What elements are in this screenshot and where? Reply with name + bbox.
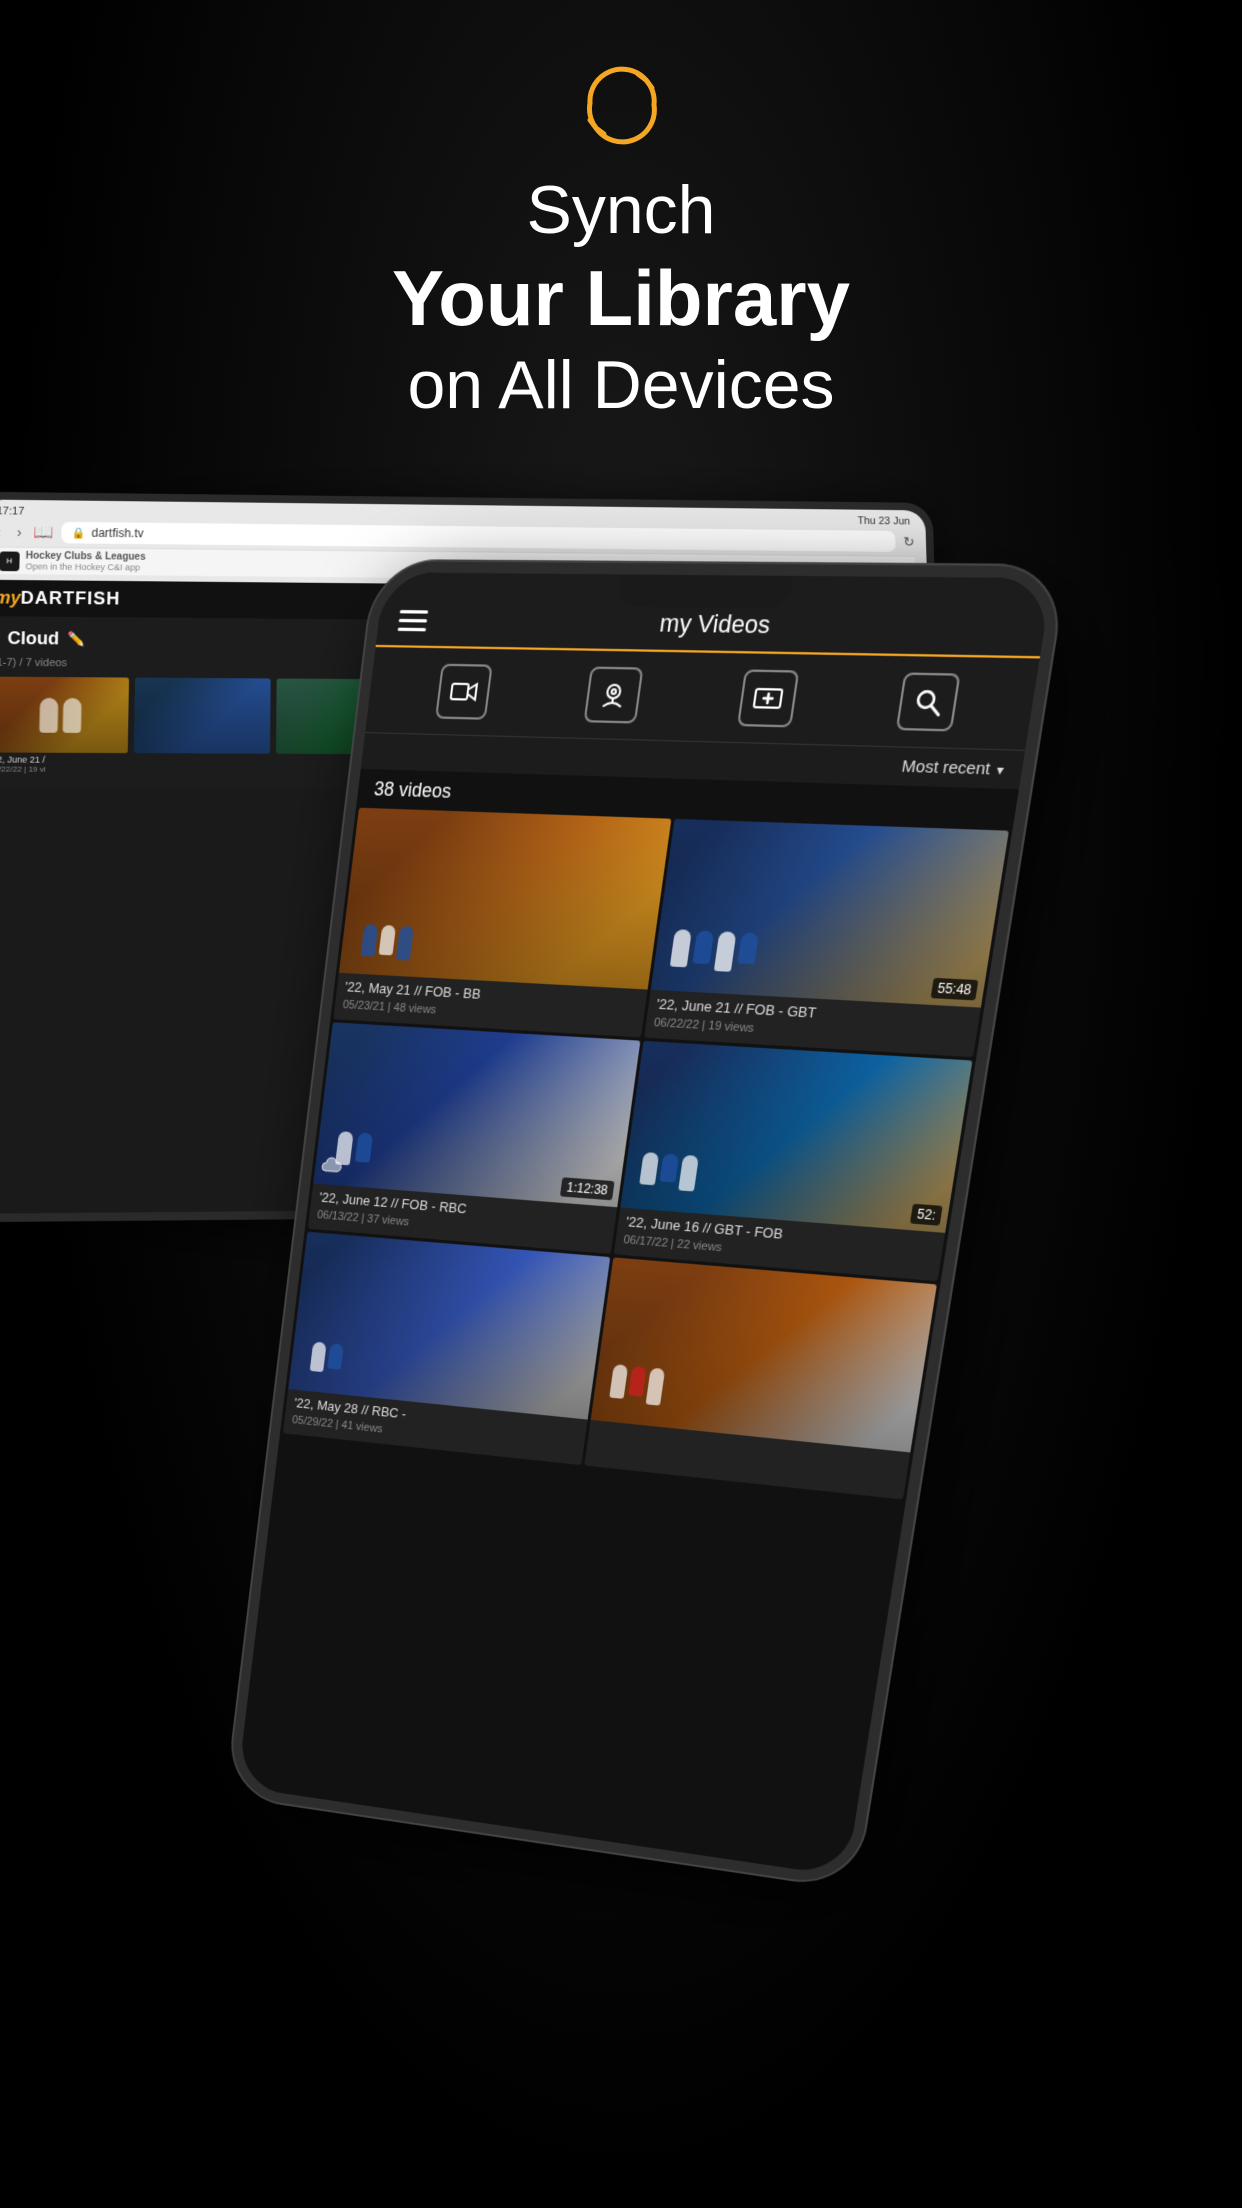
video-camera-icon xyxy=(447,676,479,707)
list-item[interactable] xyxy=(584,1257,937,1499)
tablet-logo: myDARTFISH xyxy=(0,588,121,610)
phone-video-grid: '22, May 21 // FOB - BB 05/23/21 | 48 vi… xyxy=(280,804,1013,1502)
tablet-app-sub: Open in the Hockey C&I app xyxy=(25,561,145,572)
table-row: '22, June 21 / 06/22/22 | 19 vi xyxy=(0,677,129,776)
list-item[interactable]: 55:48 '22, June 21 // FOB - GBT 06/22/22… xyxy=(644,819,1009,1057)
webcam-icon xyxy=(596,679,630,711)
headline-line2: Your Library xyxy=(392,252,850,346)
duration-badge-2: 55:48 xyxy=(931,978,979,1001)
search-icon xyxy=(909,685,945,718)
tablet-time: 17:17 xyxy=(0,506,24,518)
add-video-button[interactable] xyxy=(736,669,798,727)
phone-notch xyxy=(617,574,793,608)
video-thumbnail-4: 52: xyxy=(620,1041,973,1233)
hero-section: Synch Your Library on All Devices xyxy=(0,60,1242,427)
video-thumbnail-3: 1:12:38 xyxy=(313,1022,640,1207)
list-item[interactable]: 1:12:38 '22, June 12 // xyxy=(308,1022,640,1253)
sort-label: Most recent xyxy=(901,757,992,779)
tablet-app-icon: H xyxy=(0,551,20,571)
tablet-date: Thu 23 Jun xyxy=(857,515,910,527)
duration-badge-4: 52: xyxy=(910,1204,942,1226)
tablet-cloud-title: Cloud xyxy=(7,628,59,649)
tablet-video-title-1: '22, June 21 / xyxy=(0,755,128,766)
logo-my: my xyxy=(0,588,21,608)
headline: Synch Your Library on All Devices xyxy=(392,170,850,427)
search-button[interactable] xyxy=(895,672,960,731)
video-thumbnail-1 xyxy=(339,808,671,990)
list-item[interactable]: 52: '22, June 16 // GBT - FOB 06/17/22 |… xyxy=(613,1041,972,1281)
video-thumbnail-6 xyxy=(590,1257,937,1452)
tablet-video-meta-1: 06/22/22 | 19 vi xyxy=(0,765,127,775)
tablet-video-thumb-1[interactable] xyxy=(0,677,129,753)
headline-line1: Synch xyxy=(392,170,850,252)
list-item[interactable]: '22, May 21 // FOB - BB 05/23/21 | 48 vi… xyxy=(333,808,671,1038)
webcam-button[interactable] xyxy=(583,666,643,723)
logo-dartfish: DARTFISH xyxy=(20,588,120,609)
video-camera-button[interactable] xyxy=(435,664,493,720)
tablet-back-btn[interactable]: ‹ xyxy=(0,522,5,542)
tablet-url: dartfish.tv xyxy=(91,526,143,540)
list-item[interactable]: '22, May 28 // RBC - 05/29/22 | 41 views xyxy=(283,1232,610,1465)
tablet-video-title-2 xyxy=(134,755,270,756)
headline-line3: on All Devices xyxy=(392,345,850,427)
video-thumbnail-5 xyxy=(288,1232,610,1420)
plus-icon xyxy=(750,682,785,715)
hamburger-menu[interactable] xyxy=(398,609,429,630)
tablet-video-thumb-2[interactable] xyxy=(134,678,271,754)
tablet-reload-btn[interactable]: ↻ xyxy=(903,533,915,549)
sort-arrow-icon[interactable]: ▾ xyxy=(996,761,1005,777)
duration-badge-3: 1:12:38 xyxy=(560,1177,614,1200)
table-row xyxy=(133,678,270,777)
tablet-url-bar[interactable]: 🔒 dartfish.tv xyxy=(61,522,895,552)
tablet-edit-icon[interactable]: ✏️ xyxy=(67,631,85,648)
tablet-reader-icon[interactable]: 📖 xyxy=(33,522,53,542)
sync-icon xyxy=(576,60,666,150)
tablet-video-meta-2 xyxy=(134,755,270,756)
phone-screen-title: my Videos xyxy=(425,606,1023,644)
video-thumbnail-2: 55:48 xyxy=(650,819,1009,1008)
tablet-forward-btn[interactable]: › xyxy=(13,522,26,542)
